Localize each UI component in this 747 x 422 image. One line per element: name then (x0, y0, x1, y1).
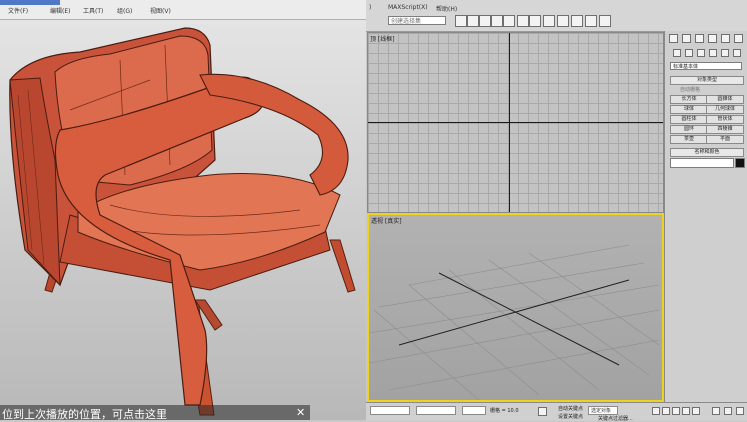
cone-button[interactable]: 圆锥体 (706, 95, 744, 104)
torus-button[interactable]: 圆环 (670, 125, 708, 134)
sphere-button[interactable]: 球体 (670, 105, 708, 114)
go-to-end-icon[interactable] (692, 407, 700, 415)
menu-help[interactable]: 帮助(H) (436, 4, 457, 13)
tube-button[interactable]: 管状体 (706, 115, 744, 124)
coord-field-x[interactable] (370, 406, 410, 415)
top-axis-x (368, 122, 663, 123)
auto-key-button[interactable]: 自动关键点 (558, 405, 583, 412)
object-name-field[interactable] (670, 158, 734, 168)
motion-tab-icon[interactable] (708, 34, 717, 43)
top-axis-y (509, 33, 510, 212)
play-icon[interactable] (672, 407, 680, 415)
pan-icon[interactable] (724, 407, 732, 415)
zoom-icon[interactable] (712, 407, 720, 415)
named-selection-icon[interactable] (455, 15, 467, 27)
key-filters-button[interactable]: 关键点过滤器... (598, 415, 633, 422)
armchair-model (9, 27, 356, 416)
named-selection-set-dropdown[interactable]: 创建选择集 (388, 16, 446, 25)
plane-button[interactable]: 平面 (706, 135, 744, 144)
coord-field-z[interactable] (462, 406, 486, 415)
status-bar: 栅格 = 10.0 自动关键点 选定对象 设置关键点 关键点过滤器... (366, 402, 747, 422)
geosphere-button[interactable]: 几何球体 (706, 105, 744, 114)
systems-icon[interactable] (733, 49, 741, 57)
close-icon[interactable]: ✕ (296, 406, 305, 419)
render-icon[interactable] (571, 15, 583, 27)
render-active-icon[interactable] (585, 15, 597, 27)
curve-editor-icon[interactable] (503, 15, 515, 27)
selected-dropdown[interactable]: 选定对象 (588, 406, 618, 415)
hierarchy-tab-icon[interactable] (695, 34, 704, 43)
render-setup-icon[interactable] (543, 15, 555, 27)
cameras-icon[interactable] (709, 49, 717, 57)
environment-icon[interactable] (599, 15, 611, 27)
helpers-icon[interactable] (721, 49, 729, 57)
top-viewport-label[interactable]: 顶 [线框] (370, 34, 395, 43)
next-frame-icon[interactable] (682, 407, 690, 415)
top-viewport[interactable]: 顶 [线框] (367, 32, 664, 213)
perspective-viewport[interactable]: 透视 [真实] (367, 213, 664, 402)
modify-tab-icon[interactable] (682, 34, 691, 43)
key-icon[interactable] (538, 407, 547, 416)
orbit-icon[interactable] (736, 407, 744, 415)
perspective-viewport-label[interactable]: 透视 [真实] (371, 216, 402, 225)
cylinder-button[interactable]: 圆柱体 (670, 115, 708, 124)
display-tab-icon[interactable] (721, 34, 730, 43)
layer-manager-icon[interactable] (491, 15, 503, 27)
shapes-icon[interactable] (685, 49, 693, 57)
material-editor-icon[interactable] (529, 15, 541, 27)
pyramid-button[interactable]: 四棱锥 (706, 125, 744, 134)
coord-field-y[interactable] (416, 406, 456, 415)
rendered-frame-icon[interactable] (557, 15, 569, 27)
category-dropdown[interactable]: 标准基本体 (670, 62, 742, 70)
previous-frame-icon[interactable] (662, 407, 670, 415)
mirror-icon[interactable] (467, 15, 479, 27)
geometry-icon[interactable] (673, 49, 681, 57)
autogrid-checkbox[interactable]: 自动栅格 (680, 86, 700, 93)
lights-icon[interactable] (697, 49, 705, 57)
object-color-swatch[interactable] (735, 158, 745, 168)
teapot-button[interactable]: 茶壶 (670, 135, 708, 144)
box-button[interactable]: 长方体 (670, 95, 708, 104)
align-icon[interactable] (479, 15, 491, 27)
command-panel: 标准基本体 对象类型 自动栅格 长方体 圆锥体 球体 几何球体 圆柱体 管状体 … (664, 31, 747, 402)
resume-playback-toast[interactable]: 位到上次播放的位置，可点击这里 ✕ (0, 405, 310, 421)
name-color-rollout[interactable]: 名称和颜色 (670, 148, 744, 157)
menu-maxscript[interactable]: MAXScript(X) (388, 4, 428, 11)
menu-script-prefix: ) (369, 4, 372, 11)
go-to-start-icon[interactable] (652, 407, 660, 415)
utilities-tab-icon[interactable] (734, 34, 743, 43)
create-tab-icon[interactable] (669, 34, 678, 43)
perspective-grid (369, 244, 660, 400)
render-viewport[interactable]: 文件(F) 编辑(E) 工具(T) 组(G) 视图(V) (0, 0, 366, 420)
schematic-view-icon[interactable] (517, 15, 529, 27)
object-type-rollout[interactable]: 对象类型 (670, 76, 744, 85)
set-key-button[interactable]: 设置关键点 (558, 413, 583, 420)
grid-size-readout: 栅格 = 10.0 (490, 408, 519, 414)
